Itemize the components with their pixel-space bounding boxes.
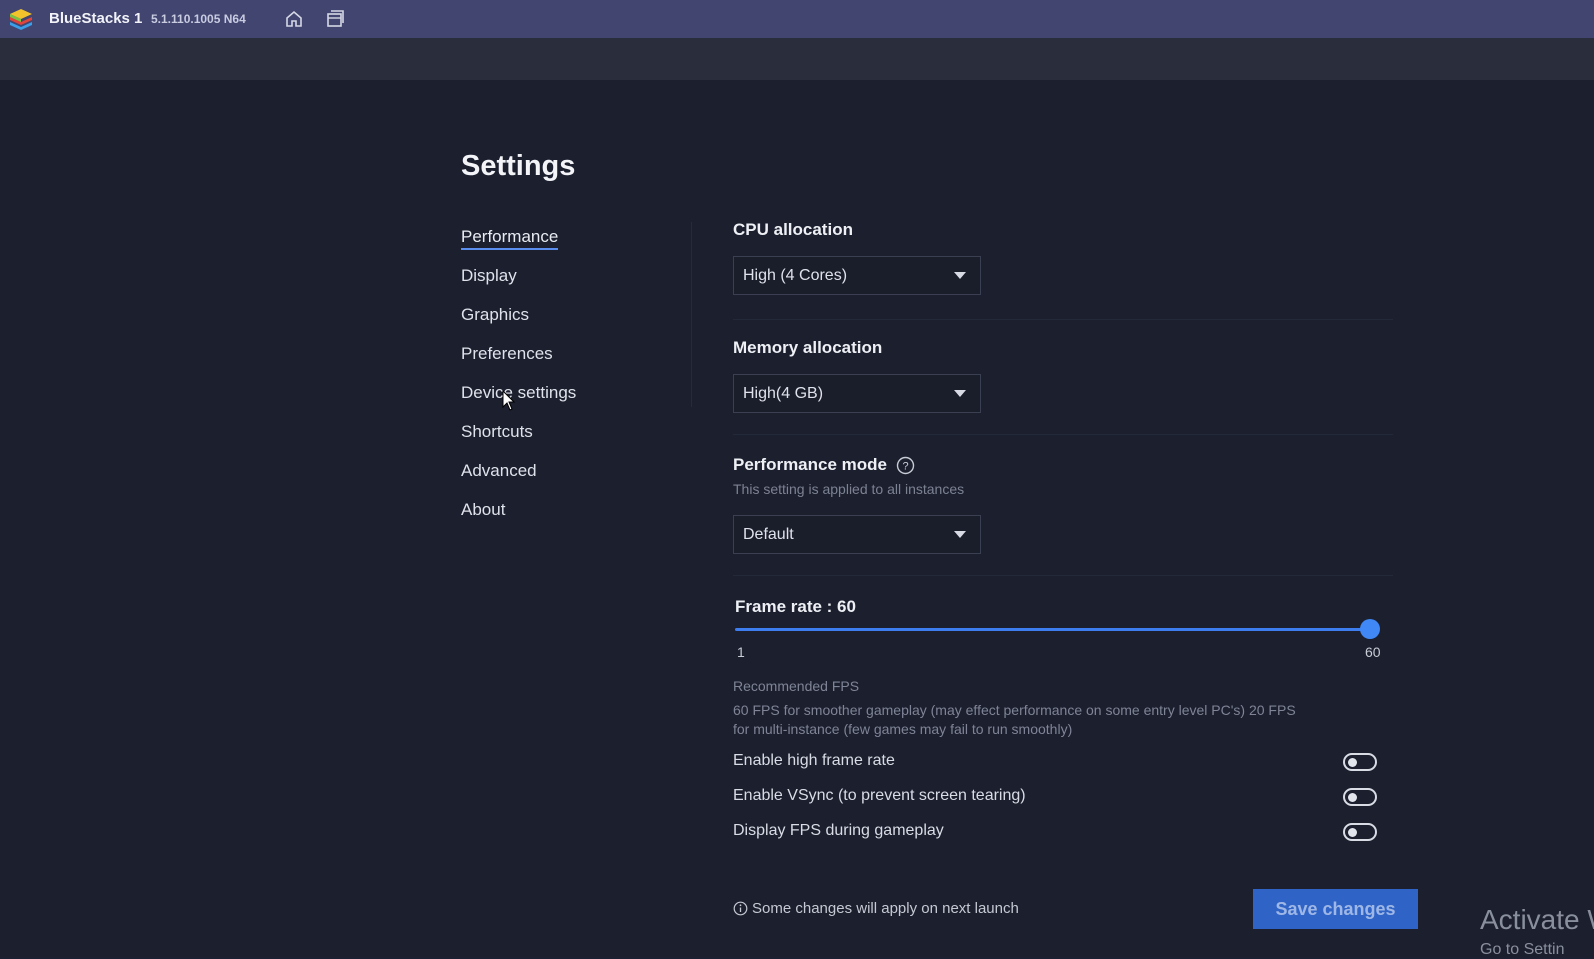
recommended-fps-title: Recommended FPS — [733, 678, 860, 694]
frame-rate-max: 60 — [1365, 644, 1381, 660]
title-bar: BlueStacks 1 5.1.110.1005 N64 — [0, 0, 1594, 38]
frame-rate-label: Frame rate : 60 — [735, 597, 856, 616]
nav-item-preferences[interactable]: Preferences — [461, 344, 553, 364]
multi-instance-icon[interactable] — [325, 9, 345, 29]
toolbar-strip — [0, 38, 1594, 80]
performance-mode-value: Default — [743, 525, 794, 543]
sidebar-divider — [691, 222, 692, 407]
mouse-cursor-icon — [502, 390, 516, 411]
nav-item-display[interactable]: Display — [461, 266, 517, 286]
frame-rate-slider-track[interactable] — [735, 628, 1371, 631]
cpu-allocation-label: CPU allocation — [733, 220, 853, 239]
page-title: Settings — [461, 150, 576, 182]
save-changes-button[interactable]: Save changes — [1253, 889, 1418, 929]
app-version: 5.1.110.1005 N64 — [151, 12, 246, 26]
memory-allocation-value: High(4 GB) — [743, 384, 824, 402]
toggle-knob — [1348, 758, 1357, 767]
recommended-fps-text-2: for multi-instance (few games may fail t… — [733, 721, 1073, 737]
toggle-label-high-frame-rate: Enable high frame rate — [733, 752, 895, 769]
toggle-knob — [1348, 793, 1357, 802]
high-frame-rate-toggle[interactable] — [1343, 753, 1377, 771]
section-divider — [733, 434, 1393, 435]
section-divider — [733, 575, 1393, 576]
performance-mode-note: This setting is applied to all instances — [733, 481, 965, 497]
recommended-fps-text-1: 60 FPS for smoother gameplay (may effect… — [733, 702, 1296, 718]
frame-rate-slider-thumb[interactable] — [1360, 619, 1380, 639]
info-icon — [733, 901, 748, 916]
windows-activation-watermark: Activate W — [1480, 904, 1594, 935]
cpu-allocation-dropdown[interactable]: High (4 Cores) — [733, 256, 981, 295]
apply-next-launch-note: Some changes will apply on next launch — [752, 900, 1019, 917]
toggle-label-vsync: Enable VSync (to prevent screen tearing) — [733, 787, 1026, 804]
toggle-label-display-fps: Display FPS during gameplay — [733, 822, 944, 839]
memory-allocation-dropdown[interactable]: High(4 GB) — [733, 374, 981, 413]
nav-item-advanced[interactable]: Advanced — [461, 461, 537, 481]
vsync-toggle[interactable] — [1343, 788, 1377, 806]
chevron-down-icon — [954, 272, 966, 279]
windows-activation-watermark-sub: Go to Settin — [1480, 941, 1565, 958]
app-name: BlueStacks 1 — [49, 10, 143, 27]
chevron-down-icon — [954, 390, 966, 397]
chevron-down-icon — [954, 531, 966, 538]
frame-rate-min: 1 — [737, 644, 745, 660]
help-icon[interactable]: ? — [896, 456, 915, 475]
section-divider — [733, 319, 1393, 320]
nav-item-performance[interactable]: Performance — [461, 227, 559, 250]
cpu-allocation-value: High (4 Cores) — [743, 266, 848, 284]
nav-item-device-settings[interactable]: Device settings — [461, 383, 576, 403]
svg-text:?: ? — [902, 461, 908, 473]
bluestacks-logo-icon — [10, 9, 32, 30]
display-fps-toggle[interactable] — [1343, 823, 1377, 841]
nav-item-about[interactable]: About — [461, 500, 505, 520]
nav-item-graphics[interactable]: Graphics — [461, 305, 529, 325]
toggle-knob — [1348, 828, 1357, 837]
memory-allocation-label: Memory allocation — [733, 338, 883, 357]
home-icon[interactable] — [284, 9, 304, 29]
performance-mode-dropdown[interactable]: Default — [733, 515, 981, 554]
performance-mode-label: Performance mode — [733, 455, 887, 474]
nav-item-shortcuts[interactable]: Shortcuts — [461, 422, 533, 442]
